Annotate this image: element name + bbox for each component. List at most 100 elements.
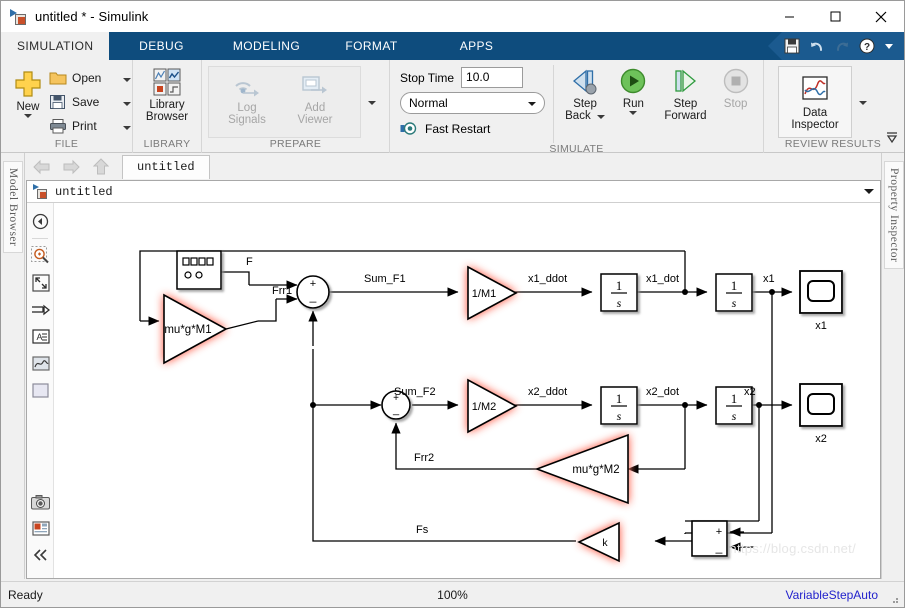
tab-debug[interactable]: DEBUG — [109, 32, 214, 60]
maximize-icon[interactable] — [812, 1, 858, 32]
step-back-button[interactable]: Step Back — [560, 65, 610, 122]
block-diagram[interactable]: mu*g*M1 + _ 1/M1 1 s 1 s x1 + _ 1/M2 1 s… — [54, 203, 880, 578]
simulation-mode-value: Normal — [409, 96, 448, 110]
gain-label-k: k — [602, 537, 608, 549]
status-solver[interactable]: VariableStepAuto — [785, 588, 878, 602]
stop-time-input[interactable]: 10.0 — [461, 67, 524, 88]
block-gain-1-over-M1[interactable]: 1/M1 — [467, 265, 518, 321]
review-expand-button[interactable] — [852, 66, 874, 138]
model-icon — [33, 184, 48, 199]
tab-apps[interactable]: APPS — [424, 32, 529, 60]
save-button[interactable]: Save — [49, 90, 131, 114]
collapse-ribbon-icon — [886, 132, 898, 144]
log-signals-label-2: Signals — [228, 114, 266, 126]
new-dropdown-icon[interactable] — [24, 114, 32, 118]
block-sum-1[interactable]: + _ — [296, 275, 330, 309]
log-signals-label-1: Log — [237, 102, 257, 114]
title-bar: untitled * - Simulink — [1, 1, 904, 32]
collapse-palette-icon[interactable] — [27, 541, 54, 568]
fast-restart-icon — [400, 122, 417, 135]
run-icon — [621, 68, 646, 94]
stop-button[interactable]: Stop — [714, 65, 757, 110]
camera-snapshot-icon[interactable] — [27, 489, 54, 516]
open-button[interactable]: Open — [49, 66, 131, 90]
fast-restart-button[interactable]: Fast Restart — [400, 117, 545, 140]
new-button[interactable]: New — [13, 66, 43, 118]
ribbon-group-library-label: LIBRARY — [143, 138, 191, 150]
tab-simulation[interactable]: SIMULATION — [1, 32, 109, 60]
data-inspector-icon — [802, 75, 828, 100]
forward-arrow-icon[interactable] — [56, 154, 86, 180]
add-viewer-button[interactable]: Add Viewer — [281, 69, 349, 126]
navigate-back-icon[interactable] — [27, 208, 54, 235]
resize-grip-icon[interactable] — [888, 593, 900, 605]
save-dropdown-icon[interactable] — [123, 102, 131, 106]
breadcrumb-path[interactable]: untitled — [55, 185, 113, 199]
stop-icon — [723, 68, 748, 94]
up-arrow-icon[interactable] — [86, 154, 116, 180]
scope-caption-x1: x1 — [815, 320, 827, 332]
scope-preview-icon[interactable] — [27, 350, 54, 377]
status-bar: Ready 100% VariableStepAuto — [1, 581, 904, 607]
area-block-icon[interactable] — [27, 377, 54, 404]
redo-icon[interactable] — [834, 38, 850, 54]
annotation-icon[interactable]: A — [27, 323, 54, 350]
model-browser-rail: Model Browser — [1, 153, 25, 579]
breadcrumb-dropdown-icon[interactable] — [864, 189, 874, 194]
run-label: Run — [622, 98, 644, 110]
log-signals-button[interactable]: Log Signals — [213, 69, 281, 126]
ribbon-collapse-button[interactable] — [884, 131, 900, 150]
zoom-in-icon[interactable] — [27, 242, 54, 269]
status-zoom: 100% — [437, 587, 468, 602]
report-icon[interactable] — [27, 515, 54, 542]
library-browser-button[interactable]: Library Browser — [139, 64, 195, 123]
prepare-expand-button[interactable] — [361, 66, 383, 138]
print-button[interactable]: Print — [49, 114, 131, 138]
data-inspector-button[interactable]: Data Inspector — [778, 66, 852, 138]
block-integrator-1b[interactable]: 1 s — [715, 273, 753, 312]
tab-modeling[interactable]: MODELING — [214, 32, 319, 60]
run-dropdown-icon[interactable] — [629, 111, 638, 115]
save-icon[interactable] — [784, 38, 800, 54]
document-tab-untitled[interactable]: untitled — [122, 155, 210, 179]
signal-label-Fs: Fs — [416, 524, 429, 536]
signal-label-Frr1: Frr1 — [272, 285, 292, 297]
canvas[interactable]: A mu*g*M1 + _ 1/M1 1 s 1 s x1 + _ 1/M2 1… — [27, 203, 880, 578]
block-sum-3[interactable]: + _ — [691, 520, 754, 557]
signal-routing-icon[interactable] — [27, 296, 54, 323]
step-forward-button[interactable]: Step Forward — [657, 65, 715, 122]
block-scope-x2[interactable]: x2 — [799, 383, 843, 445]
block-gain-mu-g-M1[interactable]: mu*g*M1 — [163, 293, 228, 365]
signal-label-x2: x2 — [744, 386, 756, 398]
simulation-mode-select[interactable]: Normal — [400, 92, 545, 114]
ribbon-group-library: Library Browser LIBRARY — [133, 60, 202, 153]
back-arrow-icon[interactable] — [26, 154, 56, 180]
block-gain-mu-g-M2[interactable]: mu*g*M2 — [534, 433, 629, 505]
qat-dropdown-icon[interactable] — [884, 41, 894, 51]
fit-to-view-icon[interactable] — [27, 269, 54, 296]
ribbon-group-file-label: FILE — [54, 138, 79, 150]
signal-label-Sum_F2: Sum_F2 — [394, 386, 436, 398]
add-viewer-icon — [302, 76, 327, 94]
block-integrator-2a[interactable]: 1 s — [600, 386, 638, 425]
block-gain-k[interactable]: k — [577, 521, 620, 563]
undo-icon[interactable] — [809, 38, 825, 54]
signal-label-Sum_F1: Sum_F1 — [364, 273, 406, 285]
block-gain-1-over-M2[interactable]: 1/M2 — [467, 378, 518, 434]
model-browser-tab[interactable]: Model Browser — [3, 161, 23, 254]
property-inspector-tab[interactable]: Property Inspector — [884, 161, 904, 270]
block-signal-builder[interactable] — [176, 250, 222, 290]
step-back-dropdown-icon[interactable] — [596, 115, 605, 119]
open-dropdown-icon[interactable] — [123, 78, 131, 82]
print-button-label: Print — [72, 119, 97, 133]
minimize-icon[interactable] — [766, 1, 812, 32]
run-button[interactable]: Run — [610, 65, 656, 115]
help-icon[interactable]: ? — [859, 38, 875, 54]
block-integrator-1a[interactable]: 1 s — [600, 273, 638, 312]
tab-format[interactable]: FORMAT — [319, 32, 424, 60]
close-icon[interactable] — [858, 1, 904, 32]
print-dropdown-icon[interactable] — [123, 126, 131, 130]
signal-lines — [139, 250, 793, 546]
block-scope-x1[interactable]: x1 — [799, 270, 843, 332]
step-back-label-1: Step — [573, 98, 597, 110]
